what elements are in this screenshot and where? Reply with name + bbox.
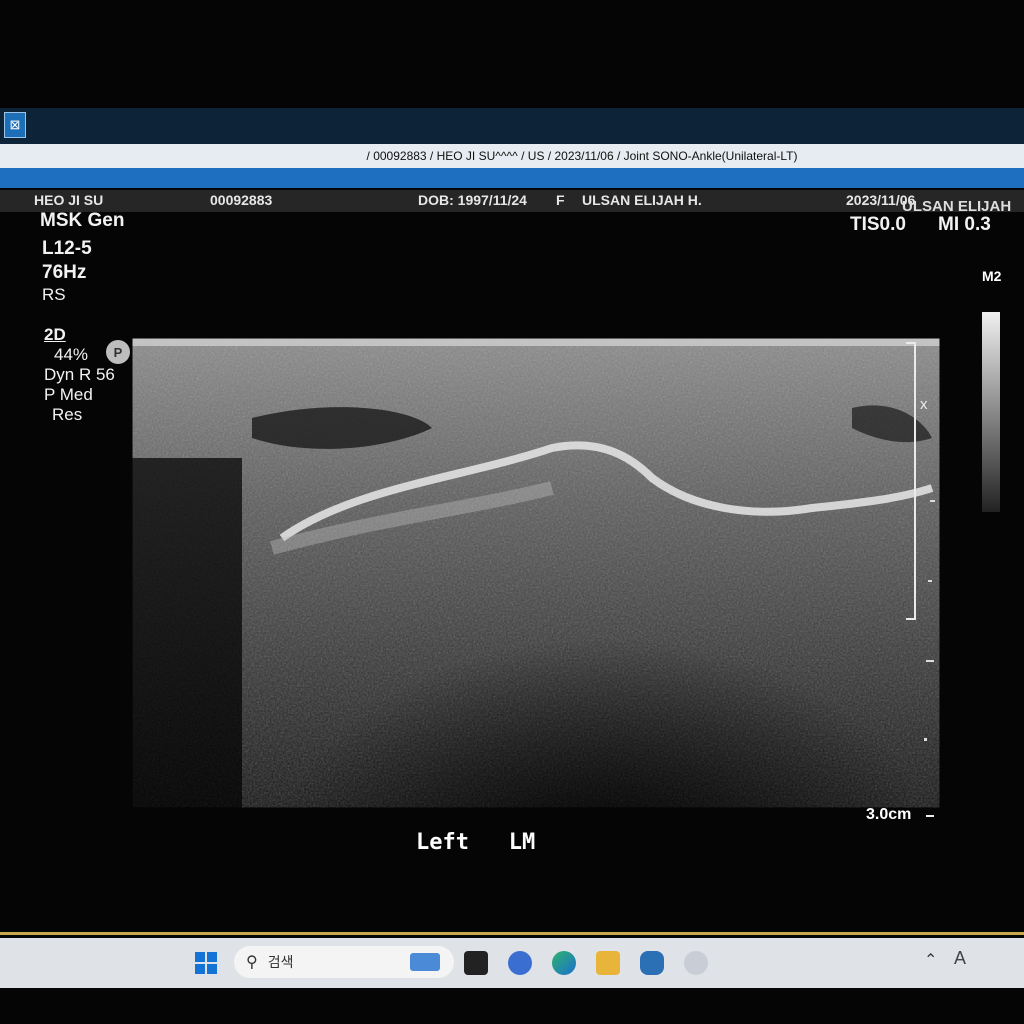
title-band	[0, 168, 1024, 188]
depth-label-tick	[926, 815, 934, 817]
edge-icon[interactable]	[552, 951, 576, 975]
chat-icon[interactable]	[508, 951, 532, 975]
chevron-up-icon[interactable]: ⌃	[924, 950, 937, 970]
preset-label: MSK Gen	[40, 210, 125, 231]
terminal-icon[interactable]	[464, 951, 488, 975]
gain-value: 44%	[54, 345, 89, 364]
window-top-strip	[0, 108, 1024, 144]
institution-name: ULSAN ELIJAH H.	[582, 192, 702, 208]
ultrasound-image	[132, 338, 940, 808]
mi-index: MI 0.3	[938, 214, 991, 235]
scale-dot	[930, 500, 935, 502]
close-icon[interactable]: ⊠	[4, 112, 26, 138]
windows-start-icon[interactable]	[194, 951, 218, 975]
window-title-bar: / 00092883 / HEO JI SU^^^^ / US / 2023/1…	[0, 144, 1024, 168]
patient-id: 00092883	[210, 192, 273, 208]
body-marker-annotation: Left LM	[416, 830, 536, 855]
patient-header: HEO JI SU 00092883 DOB: 1997/11/24 F ULS…	[0, 190, 1024, 212]
depth-scale-line	[914, 342, 916, 620]
patient-dob: DOB: 1997/11/24	[418, 192, 527, 208]
viewer-icon[interactable]	[684, 951, 708, 975]
probe-label: L12-5	[42, 238, 92, 259]
depth-label: 3.0cm	[866, 806, 912, 823]
scale-dot	[926, 660, 934, 662]
persistence-badge-icon: P	[106, 340, 130, 364]
search-highlight-icon	[410, 953, 440, 971]
persistence-label: P Med	[44, 385, 93, 404]
map-label: M2	[982, 268, 1002, 284]
rs-label: RS	[42, 285, 66, 304]
mode-label: 2D	[44, 325, 66, 344]
scale-dot	[924, 738, 927, 741]
search-icon: ⚲	[246, 954, 258, 971]
institution-right: ULSAN ELIJAH	[902, 198, 1012, 215]
res-label: Res	[52, 405, 83, 424]
scale-dot	[928, 580, 932, 582]
patient-sex: F	[556, 192, 565, 208]
frame-rate: 76Hz	[42, 262, 87, 283]
dyn-range: Dyn R 56	[44, 365, 115, 384]
patient-name: HEO JI SU	[34, 192, 104, 208]
taskbar-search-box[interactable]: ⚲ 검색	[234, 946, 454, 978]
depth-tick	[906, 618, 914, 620]
search-placeholder: 검색	[267, 954, 294, 970]
folder-icon[interactable]	[596, 951, 620, 975]
viewport-bottom-border	[0, 932, 1024, 935]
tis-index: TIS0.0	[850, 214, 906, 235]
depth-tick	[906, 342, 914, 344]
grayscale-bar	[982, 312, 1000, 512]
window-title: / 00092883 / HEO JI SU^^^^ / US / 2023/1…	[366, 149, 798, 163]
app-icon[interactable]	[640, 951, 664, 975]
ime-icon[interactable]: A	[954, 948, 966, 969]
focus-marker-icon: x	[920, 396, 928, 413]
